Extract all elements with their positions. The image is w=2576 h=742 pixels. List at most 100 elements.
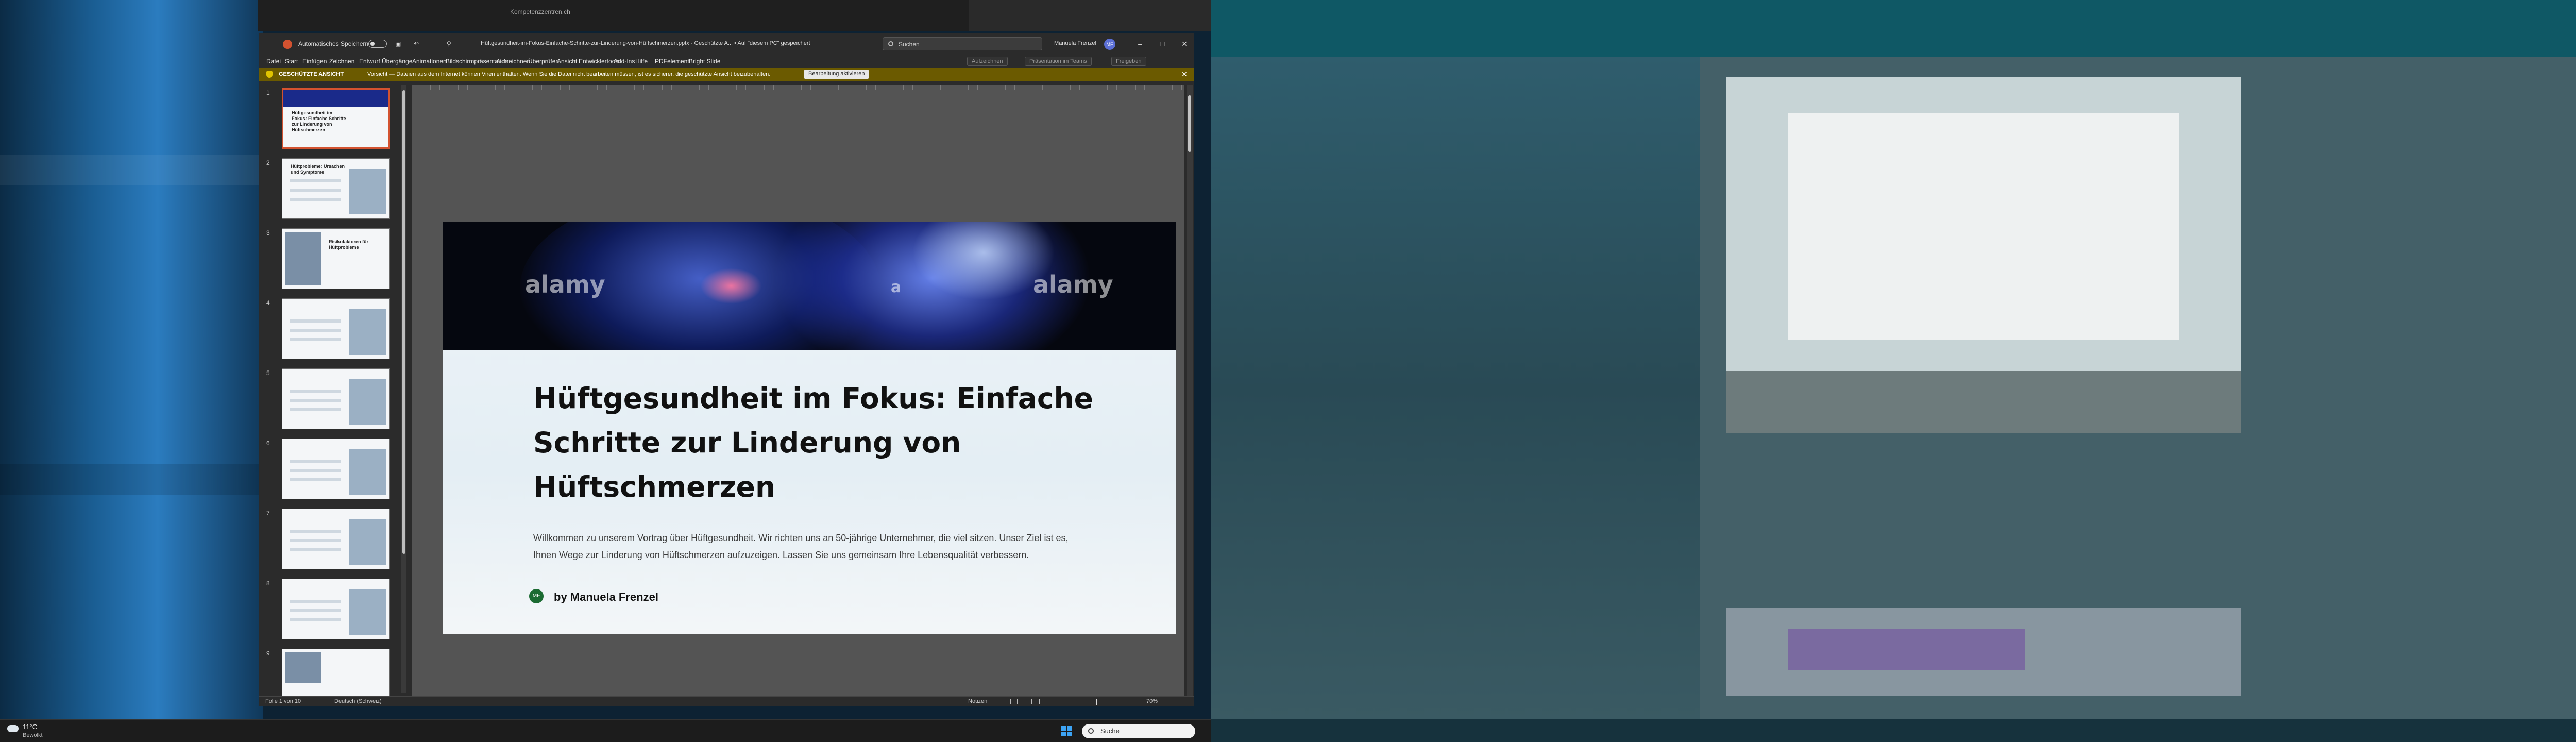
search-placeholder: Suchen bbox=[899, 41, 920, 48]
shield-icon bbox=[266, 71, 273, 78]
watermark-mark: a bbox=[891, 278, 902, 296]
desktop-background-right bbox=[1211, 0, 2576, 742]
powerpoint-icon bbox=[283, 40, 292, 49]
desktop-background-left bbox=[0, 0, 263, 742]
slide-thumbnail[interactable] bbox=[282, 579, 390, 639]
taskbar-search[interactable]: Suche bbox=[1082, 724, 1195, 738]
undo-icon[interactable]: ↶ bbox=[414, 40, 419, 47]
close-icon[interactable]: ✕ bbox=[1181, 70, 1188, 79]
close-icon[interactable]: ✕ bbox=[1179, 39, 1190, 49]
blurred-region bbox=[1726, 371, 2241, 433]
hero-image: alamy a alamy bbox=[443, 222, 1176, 350]
blurred-region bbox=[1788, 113, 2179, 340]
author-avatar: MF bbox=[529, 589, 544, 603]
ribbon-button[interactable]: Präsentation im Teams bbox=[1025, 57, 1092, 66]
slide-number: 6 bbox=[266, 440, 270, 447]
blurred-region bbox=[1788, 629, 2025, 670]
slide-number: 9 bbox=[266, 650, 270, 657]
slide-author[interactable]: by Manuela Frenzel bbox=[554, 591, 658, 604]
taskbar-search-placeholder: Suche bbox=[1100, 727, 1120, 735]
customize-icon[interactable]: ⚲ bbox=[447, 40, 451, 47]
search-icon bbox=[1088, 728, 1094, 734]
menu-item[interactable]: Überprüfen bbox=[528, 58, 559, 65]
menu-item[interactable]: Übergänge bbox=[382, 58, 412, 65]
normal-view-icon[interactable] bbox=[1010, 699, 1018, 704]
ribbon-button[interactable]: Aufzeichnen bbox=[967, 57, 1008, 66]
thumbnail-title: Hüftprobleme: Ursachen und Symptome bbox=[291, 164, 345, 175]
slide-canvas[interactable]: alamy a alamy Hüftgesundheit im Fokus: E… bbox=[443, 222, 1176, 634]
weather-temp: 11°C bbox=[23, 723, 38, 731]
slide-title[interactable]: Hüftgesundheit im Fokus: Einfache Schrit… bbox=[533, 376, 1100, 509]
slide-number: 1 bbox=[266, 89, 270, 96]
menu-item[interactable]: Entwurf bbox=[359, 58, 380, 65]
slide-editing-area: alamy a alamy Hüftgesundheit im Fokus: E… bbox=[412, 85, 1184, 696]
slide-sorter-icon[interactable] bbox=[1025, 699, 1032, 704]
menu-item[interactable]: Einfügen bbox=[302, 58, 327, 65]
windows-start-icon[interactable] bbox=[1061, 726, 1072, 736]
watermark-text: alamy bbox=[525, 271, 605, 298]
slide-thumbnail[interactable] bbox=[282, 298, 390, 359]
slide-thumbnail[interactable]: Hüftprobleme: Ursachen und Symptome bbox=[282, 158, 390, 219]
menu-item[interactable]: Animationen bbox=[412, 58, 447, 65]
protected-view-bar: GESCHÜTZTE ANSICHT Vorsicht — Dateien au… bbox=[259, 68, 1194, 81]
slide-thumbnail[interactable] bbox=[282, 509, 390, 569]
blurred-region bbox=[1211, 57, 1700, 721]
taskbar-right bbox=[1211, 719, 2576, 742]
autosave-toggle[interactable] bbox=[368, 40, 387, 48]
protected-view-message: Vorsicht — Dateien aus dem Internet könn… bbox=[367, 71, 771, 77]
avatar[interactable]: MF bbox=[1104, 39, 1115, 50]
slide-thumbnail[interactable]: Hüftgesundheit im Fokus: Einfache Schrit… bbox=[282, 88, 390, 149]
ribbon-button[interactable]: Freigeben bbox=[1111, 57, 1146, 66]
thumbnail-scrollbar[interactable] bbox=[401, 85, 406, 693]
autosave-label: Automatisches Speichern bbox=[298, 40, 369, 47]
slide-counter: Folie 1 von 10 bbox=[265, 698, 301, 704]
slide-number: 7 bbox=[266, 510, 270, 517]
slide-intro-text[interactable]: Willkommen zu unserem Vortrag über Hüftg… bbox=[533, 530, 1079, 564]
save-icon[interactable]: ▣ bbox=[395, 40, 401, 47]
reading-view-icon[interactable] bbox=[1039, 699, 1046, 704]
status-bar: Folie 1 von 10 Deutsch (Schweiz) Notizen… bbox=[259, 696, 1194, 706]
document-title: Hüftgesundheit-im-Fokus-Einfache-Schritt… bbox=[481, 40, 810, 46]
menu-item[interactable]: Ansicht bbox=[557, 58, 577, 65]
user-name[interactable]: Manuela Frenzel bbox=[1054, 40, 1096, 46]
slide-thumbnail[interactable] bbox=[282, 439, 390, 499]
thumbnail-title: Risikofaktoren für Hüftprobleme bbox=[329, 239, 369, 250]
notes-button[interactable]: Notizen bbox=[968, 698, 987, 704]
ruler bbox=[412, 85, 1184, 90]
minimize-icon[interactable]: – bbox=[1135, 39, 1145, 49]
slide-thumbnail-pane[interactable]: 1 Hüftgesundheit im Fokus: Einfache Schri… bbox=[259, 85, 409, 696]
slide-thumbnail[interactable]: Risikofaktoren für Hüftprobleme bbox=[282, 228, 390, 289]
slide-thumbnail[interactable] bbox=[282, 368, 390, 429]
menu-item[interactable]: Add-Ins bbox=[614, 58, 635, 65]
blurred-region bbox=[1211, 0, 2576, 57]
background-window-title: Kompetenzzentren.ch bbox=[510, 8, 570, 15]
editor-scrollbar[interactable] bbox=[1187, 85, 1193, 698]
language-indicator[interactable]: Deutsch (Schweiz) bbox=[334, 698, 382, 704]
slide-number: 8 bbox=[266, 580, 270, 587]
watermark-text: alamy bbox=[1033, 271, 1113, 298]
menu-item[interactable]: Aufzeichnen bbox=[496, 58, 530, 65]
maximize-icon[interactable]: □ bbox=[1158, 39, 1168, 49]
powerpoint-window: Automatisches Speichern ▣ ↶ ⚲ Hüftgesund… bbox=[259, 33, 1194, 706]
menu-item[interactable]: Datei bbox=[266, 58, 281, 65]
menu-item[interactable]: Zeichnen bbox=[329, 58, 354, 65]
cloud-icon bbox=[7, 725, 19, 732]
zoom-level[interactable]: 70% bbox=[1146, 698, 1158, 704]
menu-item[interactable]: Start bbox=[285, 58, 298, 65]
enable-editing-button[interactable]: Bearbeitung aktivieren bbox=[804, 70, 869, 79]
desktop-band bbox=[0, 464, 263, 495]
thumbnail-title: Hüftgesundheit im Fokus: Einfache Schrit… bbox=[292, 110, 346, 132]
menu-item[interactable]: PDFelement bbox=[655, 58, 689, 65]
slide-number: 3 bbox=[266, 229, 270, 237]
background-window-2[interactable] bbox=[969, 0, 1211, 31]
slide-thumbnail[interactable] bbox=[282, 649, 390, 696]
slide-number: 4 bbox=[266, 299, 270, 307]
search-box[interactable]: Suchen bbox=[883, 37, 1042, 50]
background-window[interactable]: Kompetenzzentren.ch bbox=[258, 0, 969, 31]
title-bar: Automatisches Speichern ▣ ↶ ⚲ Hüftgesund… bbox=[259, 33, 1194, 54]
menu-item[interactable]: Hilfe bbox=[635, 58, 648, 65]
weather-desc: Bewölkt bbox=[23, 732, 43, 738]
menu-item[interactable]: Bright Slide bbox=[689, 58, 720, 65]
search-icon bbox=[888, 41, 893, 46]
desktop-band bbox=[0, 155, 263, 185]
